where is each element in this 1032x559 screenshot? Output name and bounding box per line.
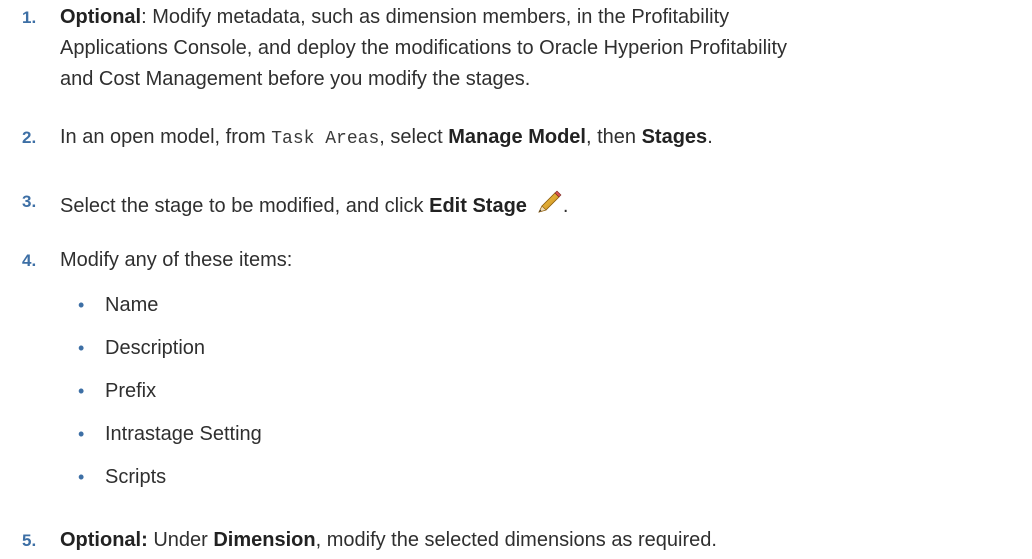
list-item-label: Scripts <box>105 466 167 488</box>
step-5-text: Optional: Under Dimension, modify the se… <box>60 525 1032 556</box>
step-number: 3. <box>22 192 37 211</box>
step-2-text: In an open model, from Task Areas, selec… <box>60 122 1032 155</box>
edit-stage-label: Edit Stage <box>429 195 527 217</box>
step-1-text: : Modify metadata, such as dimension mem… <box>141 6 730 28</box>
step-5-mid: Under <box>147 529 214 551</box>
bullet-icon: • <box>78 381 85 401</box>
step-2-suffix: . <box>707 126 713 148</box>
list-item-label: Prefix <box>105 380 157 402</box>
bullet-icon: • <box>78 295 85 315</box>
step-3-text: Select the stage to be modified, and cli… <box>60 186 1032 222</box>
list-item-label: Description <box>105 337 206 359</box>
step-3-prefix: Select the stage to be modified, and cli… <box>60 195 430 217</box>
step-5-suffix: , modify the selected dimensions as requ… <box>315 529 717 551</box>
optional-label: Optional <box>60 6 142 28</box>
bullet-icon: • <box>78 467 85 487</box>
step-4-text: Modify any of these items: <box>60 249 293 271</box>
step-2-mid2: , then <box>585 126 642 148</box>
step-number: 4. <box>22 251 37 270</box>
bullet-icon: • <box>78 424 85 444</box>
step-3-suffix: . <box>562 195 569 217</box>
step-1-line-2: Applications Console, and deploy the mod… <box>60 37 788 59</box>
list-item-label: Intrastage Setting <box>105 423 262 445</box>
step-number: 1. <box>22 8 37 27</box>
bullet-icon: • <box>78 338 85 358</box>
list-item-label: Name <box>105 294 159 316</box>
dimension-label: Dimension <box>213 529 316 551</box>
step-2-mid: , select <box>379 126 449 148</box>
optional-label: Optional: <box>60 529 148 551</box>
manage-model-label: Manage Model <box>448 126 586 148</box>
step-number: 2. <box>22 128 37 147</box>
step-2-prefix: In an open model, from <box>60 126 272 148</box>
stages-label: Stages <box>641 126 708 148</box>
pencil-icon[interactable] <box>533 186 563 216</box>
step-1-line-3: and Cost Management before you modify th… <box>60 68 531 90</box>
step-number: 5. <box>22 531 37 550</box>
task-areas-code: Task Areas <box>271 129 380 149</box>
step-1-line-1: Optional: Modify metadata, such as dimen… <box>60 2 1032 33</box>
